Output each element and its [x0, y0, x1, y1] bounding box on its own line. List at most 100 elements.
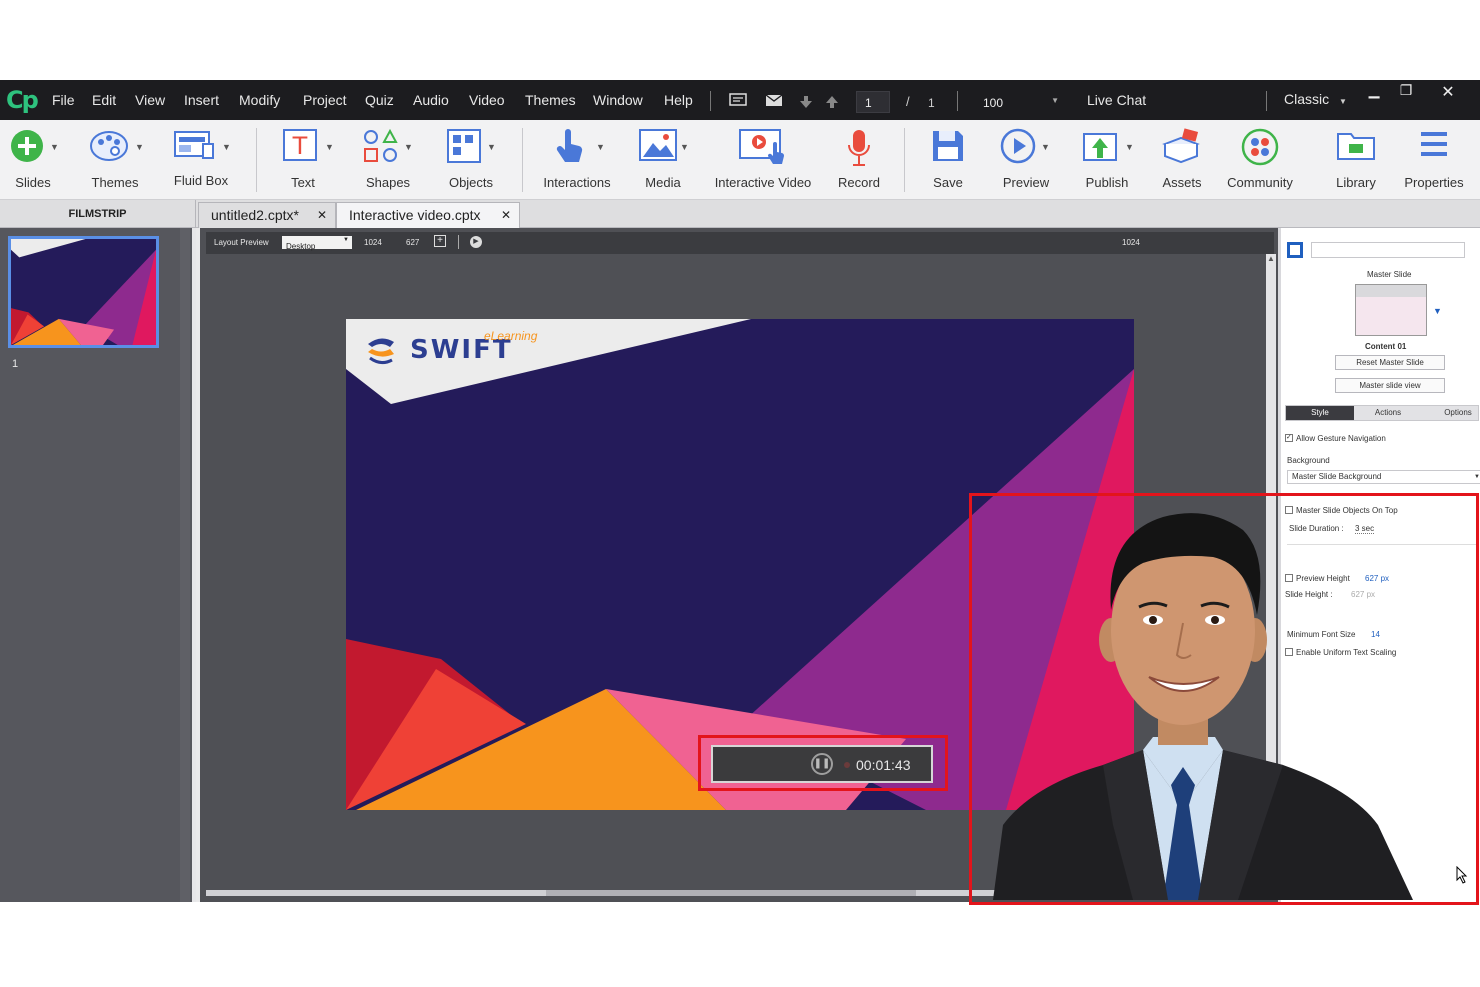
fluid-box-icon — [174, 131, 214, 159]
live-chat-link[interactable]: Live Chat — [1087, 92, 1146, 108]
interactions-button[interactable]: ▼ Interactions — [532, 120, 622, 200]
properties-button[interactable]: Properties — [1398, 120, 1470, 200]
stage-height-value[interactable]: 627 — [406, 238, 419, 247]
interactive-video-button[interactable]: Interactive Video — [708, 120, 818, 200]
slide-thumbnail[interactable] — [8, 236, 159, 348]
library-button[interactable]: Library — [1326, 120, 1386, 200]
themes-button[interactable]: ▼ Themes — [80, 120, 150, 200]
layout-preview-bar: Layout Preview Desktop ▼ 1024 627 + ▶ 10… — [206, 232, 1274, 254]
timer-highlight: ❚❚ 00:01:43 — [698, 735, 948, 791]
add-breakpoint-icon[interactable]: + — [434, 235, 446, 247]
close-icon[interactable]: ✕ — [501, 203, 511, 228]
properties-icon — [1421, 132, 1447, 156]
record-button[interactable]: Record — [826, 120, 892, 200]
menu-edit[interactable]: Edit — [92, 92, 116, 108]
tab-actions[interactable]: Actions — [1354, 406, 1422, 420]
shapes-button[interactable]: ▼ Shapes — [352, 120, 424, 200]
themes-label: Themes — [91, 175, 139, 190]
tab-style[interactable]: Style — [1286, 406, 1354, 420]
hand-pointer-icon — [556, 129, 583, 162]
master-slide-thumbnail[interactable] — [1355, 284, 1427, 336]
text-button[interactable]: T ▼ Text — [268, 120, 338, 200]
scrollbar-thumb[interactable] — [546, 890, 916, 896]
fluid-box-button[interactable]: ▼ Fluid Box — [166, 120, 236, 200]
allow-gesture-checkbox[interactable]: ✓ — [1285, 434, 1293, 442]
publish-button[interactable]: ▼ Publish — [1074, 120, 1140, 200]
record-dot-icon — [844, 762, 850, 768]
menu-help[interactable]: Help — [664, 92, 693, 108]
community-button[interactable]: Community — [1222, 120, 1298, 200]
tab-interactive-video[interactable]: Interactive video.cptx ✕ — [336, 202, 520, 228]
close-button[interactable]: ✕ — [1430, 82, 1466, 104]
stage-width-value[interactable]: 1024 — [364, 238, 382, 247]
save-button[interactable]: Save — [918, 120, 978, 200]
slides-button[interactable]: ▼ Slides — [0, 120, 66, 200]
chevron-down-icon: ▼ — [1051, 96, 1059, 105]
arrow-down-icon[interactable] — [799, 95, 813, 109]
device-select[interactable]: Desktop ▼ — [282, 236, 352, 251]
interactive-video-icon — [739, 129, 785, 164]
master-slide-view-button[interactable]: Master slide view — [1335, 378, 1445, 393]
text-label: Text — [291, 175, 315, 190]
assets-button[interactable]: Assets — [1152, 120, 1212, 200]
toolbar-divider — [458, 235, 459, 249]
add-slide-icon — [11, 130, 43, 162]
document-tabs: FILMSTRIP untitled2.cptx* ✕ Interactive … — [0, 200, 1480, 228]
text-icon: T — [283, 129, 317, 161]
shapes-label: Shapes — [365, 175, 411, 190]
tab-options[interactable]: Options — [1436, 406, 1480, 420]
assets-label: Assets — [1162, 175, 1202, 190]
menu-window[interactable]: Window — [593, 92, 643, 108]
media-button[interactable]: ▼ Media — [630, 120, 696, 200]
pause-button[interactable]: ❚❚ — [811, 753, 833, 775]
properties-label: Properties — [1404, 175, 1464, 190]
menu-quiz[interactable]: Quiz — [365, 92, 394, 108]
arrow-up-icon[interactable] — [825, 95, 839, 109]
minimize-button[interactable]: ▁ — [1356, 82, 1392, 104]
close-icon[interactable]: ✕ — [317, 203, 327, 228]
slide-number-input[interactable]: 1 — [856, 91, 890, 113]
chevron-up-icon[interactable]: ▲ — [1267, 254, 1275, 263]
filmstrip-scrollbar[interactable] — [180, 228, 190, 902]
thumbnail-header — [1356, 285, 1426, 297]
background-select[interactable]: Master Slide Background ▼ — [1287, 470, 1480, 484]
mouse-cursor-icon — [1456, 866, 1468, 884]
menu-file[interactable]: File — [52, 92, 75, 108]
slide-color-swatch[interactable] — [1287, 242, 1303, 258]
interactions-label: Interactions — [543, 175, 611, 190]
layout-preview-label: Layout Preview — [214, 238, 269, 247]
menu-video[interactable]: Video — [469, 92, 505, 108]
objects-button[interactable]: ▼ Objects — [436, 120, 506, 200]
objects-label: Objects — [448, 175, 494, 190]
reset-master-slide-button[interactable]: Reset Master Slide — [1335, 355, 1445, 370]
svg-text:T: T — [292, 132, 308, 160]
background-label: Background — [1287, 456, 1330, 465]
chevron-down-icon[interactable]: ▼ — [1433, 306, 1442, 316]
mail-icon[interactable] — [765, 94, 783, 107]
menu-project[interactable]: Project — [303, 92, 347, 108]
toolbar-separator — [904, 128, 905, 192]
shapes-icon — [364, 128, 398, 162]
restore-button[interactable]: ❐ — [1388, 82, 1424, 104]
device-value: Desktop — [286, 242, 316, 251]
toolbar-separator — [522, 128, 523, 192]
tab-untitled2[interactable]: untitled2.cptx* ✕ — [198, 202, 336, 228]
menu-insert[interactable]: Insert — [184, 92, 219, 108]
slide-total: 1 — [928, 96, 935, 110]
menu-themes[interactable]: Themes — [525, 92, 576, 108]
chevron-down-icon: ▼ — [1474, 474, 1480, 480]
menu-separator — [710, 91, 711, 111]
play-preview-icon[interactable]: ▶ — [470, 236, 482, 248]
caption-icon[interactable] — [729, 93, 747, 107]
zoom-value: 100 — [983, 96, 1004, 110]
menu-modify[interactable]: Modify — [239, 92, 280, 108]
zoom-select[interactable]: 100 ▼ — [974, 91, 1066, 113]
slide-name-input[interactable] — [1311, 242, 1465, 258]
toolbar-separator — [256, 128, 257, 192]
chevron-down-icon: ▼ — [404, 142, 413, 152]
workspace-select[interactable]: Classic ▼ — [1284, 91, 1347, 107]
preview-button[interactable]: ▼ Preview — [994, 120, 1058, 200]
menu-audio[interactable]: Audio — [413, 92, 449, 108]
menu-view[interactable]: View — [135, 92, 165, 108]
background-value: Master Slide Background — [1292, 472, 1382, 481]
